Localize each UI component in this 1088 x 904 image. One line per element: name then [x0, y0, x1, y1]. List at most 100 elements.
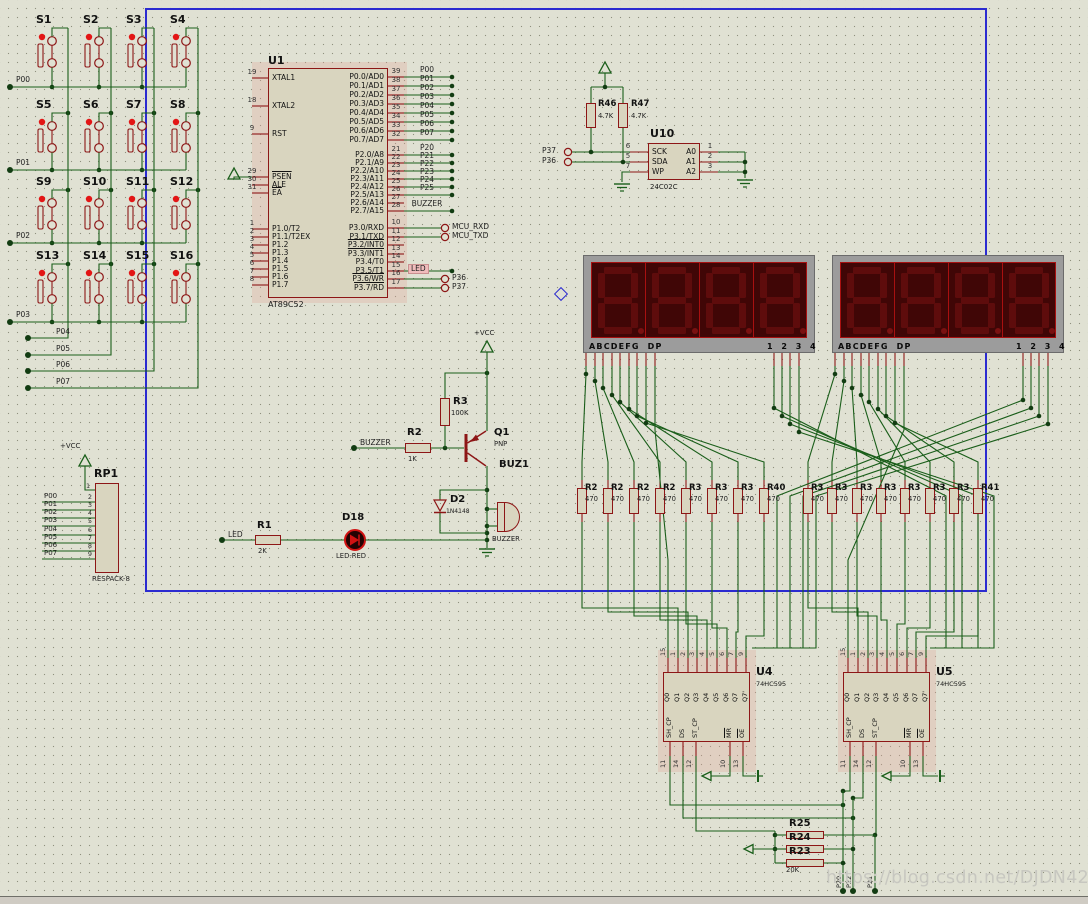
buzzer-ref: BUZ1: [499, 460, 529, 471]
pin-label: A2: [680, 168, 696, 176]
watermark: https://blog.csdn.net/DJDN426611: [826, 868, 1088, 888]
pin-label: DS: [679, 729, 686, 738]
resistor-value: 470: [811, 496, 824, 503]
net-label: P01: [16, 159, 30, 167]
net-label: P37: [542, 147, 556, 155]
pin-label: Q5: [713, 693, 720, 702]
seg-e: [760, 303, 767, 328]
contact-icon: [48, 122, 57, 131]
seg-g: [604, 297, 632, 304]
junction-dot: [351, 445, 357, 451]
pin-number: 11: [660, 760, 667, 768]
digit-separator: [948, 262, 949, 338]
pin-number: 3: [689, 652, 696, 656]
terminal-icon: [441, 224, 448, 231]
seg-c: [934, 303, 941, 328]
contact-icon: [48, 295, 57, 304]
vcc-arrow-icon: [599, 62, 611, 73]
pin-label: Q1: [854, 693, 861, 702]
resistor-r3[interactable]: [440, 398, 450, 426]
wire: [582, 366, 586, 480]
net-label: P01: [405, 75, 449, 83]
wire: [897, 522, 905, 658]
junction-dot: [797, 430, 802, 435]
pin-number: 13: [733, 760, 740, 768]
junction-dot: [872, 888, 878, 894]
resistor-r1[interactable]: [255, 535, 281, 545]
pin-label: SH_CP: [666, 717, 673, 738]
junction-dot: [601, 386, 606, 391]
seg-b: [631, 273, 638, 298]
plunger-icon: [128, 129, 133, 152]
seg-b: [880, 273, 887, 298]
contact-icon: [182, 199, 191, 208]
button-label: S7: [126, 99, 142, 111]
seg-b: [685, 273, 692, 298]
resistor-value: 470: [585, 496, 598, 503]
left-arrow-icon: [702, 772, 711, 781]
pin-label: Q2: [864, 693, 871, 702]
pin-number: 14: [388, 253, 404, 260]
resistor-r46[interactable]: [586, 103, 596, 128]
diode-icon: [434, 500, 446, 511]
net-label: P00: [16, 76, 30, 84]
button-led-icon: [173, 119, 179, 125]
wire: [832, 366, 844, 480]
junction-dot: [1046, 422, 1051, 427]
digit-separator: [894, 262, 895, 338]
seg-f: [901, 273, 908, 298]
net-label: BUZZER: [360, 439, 391, 447]
pin-label: XTAL2: [272, 102, 295, 110]
resistor-value: 470: [981, 496, 994, 503]
pin-label: P3.4/T0: [322, 258, 384, 266]
pin-number: 2: [680, 652, 687, 656]
contact-icon: [138, 295, 147, 304]
net-label: P02: [405, 84, 449, 92]
junction-dot: [772, 406, 777, 411]
chip-sr[interactable]: [843, 672, 930, 742]
button-label: S4: [170, 14, 186, 26]
resistor-r2[interactable]: [405, 443, 431, 453]
resistor-ref: R3: [933, 484, 945, 493]
pin-label: XTAL1: [272, 74, 295, 82]
pin-label: Q2: [684, 693, 691, 702]
wire: [637, 366, 738, 480]
respack[interactable]: [95, 483, 119, 573]
junction-dot: [1021, 398, 1026, 403]
button-label: S14: [83, 250, 106, 262]
pin-label: P0.3/AD3: [322, 100, 384, 108]
resistor-r47[interactable]: [618, 103, 628, 128]
resistor-value: 470: [908, 496, 921, 503]
pin-label: P1.7: [272, 281, 288, 289]
schematic-canvas[interactable]: https://blog.csdn.net/DJDN426611 S1S2S3S…: [0, 0, 1088, 904]
plunger-icon: [38, 44, 43, 67]
junction-dot: [859, 393, 864, 398]
contact-icon: [182, 122, 191, 131]
buzzer-body[interactable]: [497, 502, 505, 532]
seg-a: [1015, 267, 1043, 274]
wire: [52, 28, 68, 37]
wire: [186, 28, 198, 37]
wire: [683, 756, 853, 818]
button-label: S11: [126, 176, 149, 188]
net-label: P02: [16, 232, 30, 240]
decimal-point: [1049, 328, 1055, 334]
display-seg-label: ABCDEFG DP: [589, 342, 663, 351]
junction-dot: [851, 847, 856, 852]
resistor-ref: R2: [585, 484, 597, 493]
chip-sr[interactable]: [663, 672, 750, 742]
seg-b: [1042, 273, 1049, 298]
wire: [52, 190, 68, 199]
wire: [743, 756, 756, 776]
seg-a: [604, 267, 632, 274]
terminal-icon: [441, 233, 448, 240]
chip-ref: U4: [756, 666, 773, 678]
contact-icon: [95, 273, 104, 282]
button-label: S15: [126, 250, 149, 262]
junction-dot: [618, 400, 623, 405]
pin-number: 11: [840, 760, 847, 768]
pin-label: Q5: [893, 693, 900, 702]
contact-icon: [48, 37, 57, 46]
junction-dot: [450, 129, 455, 134]
seg-c: [631, 303, 638, 328]
